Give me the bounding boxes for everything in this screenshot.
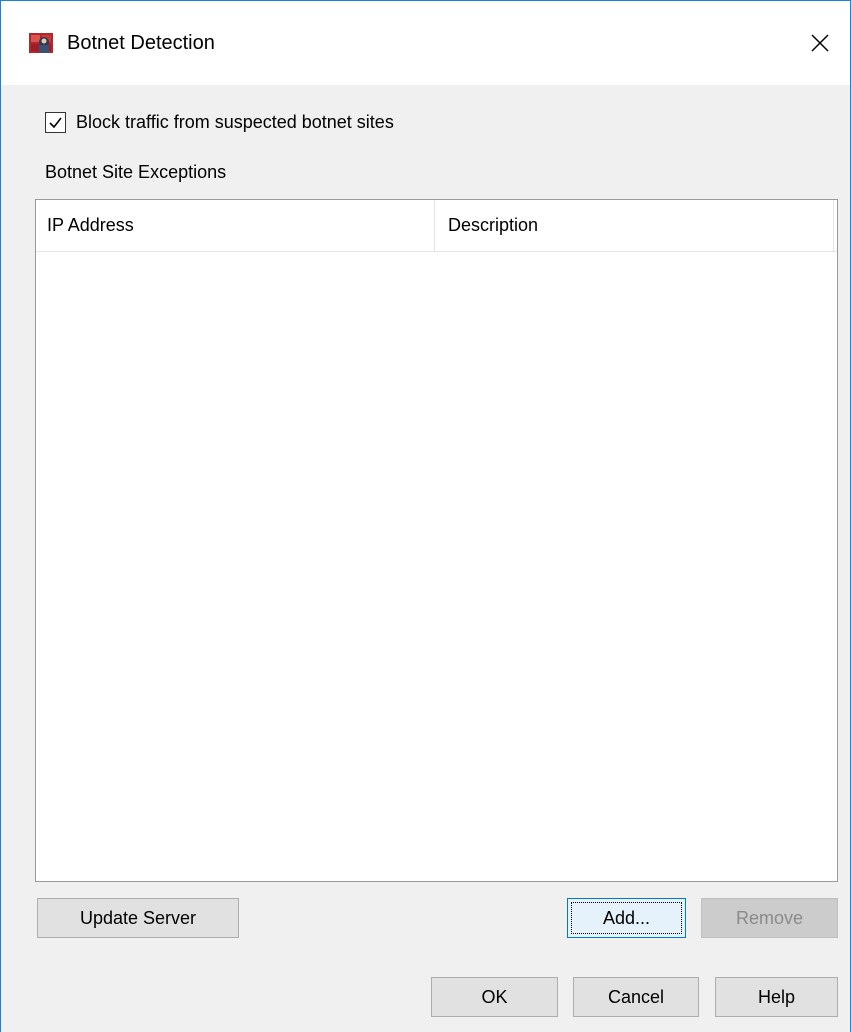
block-traffic-label[interactable]: Block traffic from suspected botnet site… [76,112,394,133]
window-title: Botnet Detection [67,32,215,54]
block-traffic-checkbox[interactable] [45,111,66,133]
remove-button: Remove [701,898,838,938]
table-header: IP Address Description [36,200,837,252]
help-button[interactable]: Help [715,977,838,1017]
title-bar[interactable]: Botnet Detection [1,1,850,85]
close-button[interactable] [790,1,850,85]
table-body[interactable] [36,252,837,881]
close-icon [811,34,829,52]
cancel-button[interactable]: Cancel [573,977,699,1017]
add-button[interactable]: Add... [567,898,686,938]
column-header-description[interactable]: Description [435,200,834,251]
firewall-app-icon [29,31,53,55]
botnet-detection-dialog: Botnet Detection Block traffic from susp… [0,0,851,1032]
column-header-ip-address[interactable]: IP Address [36,200,435,251]
exceptions-table[interactable]: IP Address Description [35,199,838,882]
checkmark-icon [49,117,62,128]
ok-button[interactable]: OK [431,977,558,1017]
focus-indicator [571,902,682,934]
update-server-button[interactable]: Update Server [37,898,239,938]
block-traffic-option[interactable]: Block traffic from suspected botnet site… [45,109,394,135]
exceptions-section-label: Botnet Site Exceptions [45,162,227,182]
